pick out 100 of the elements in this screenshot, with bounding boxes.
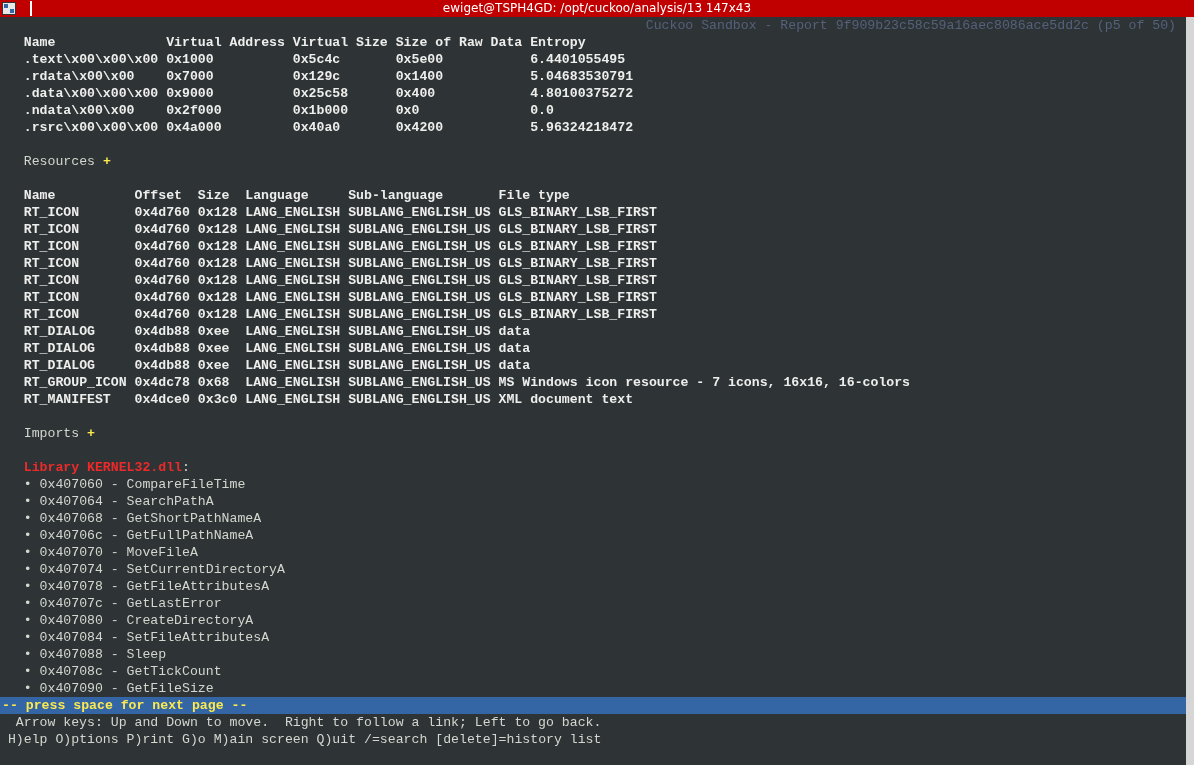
import-entry[interactable]: 0x407084 - SetFileAttributesA — [39, 629, 270, 646]
section-heading: Resources — [23, 153, 95, 170]
scrollbar[interactable] — [1186, 17, 1194, 765]
table-cell: RT_ICON — [23, 239, 80, 254]
list-bullet: • — [23, 646, 32, 663]
table-cell: 0x128 — [197, 273, 238, 288]
expand-toggle[interactable]: + — [87, 425, 95, 442]
table-cell: 5.04683530791 — [530, 69, 634, 84]
table-cell: 0x128 — [197, 239, 238, 254]
table-cell: data — [498, 324, 531, 339]
list-bullet: • — [23, 544, 32, 561]
table-cell: 5.96324218472 — [530, 120, 634, 135]
table-cell: 0x129c — [292, 69, 341, 84]
table-cell: SUBLANG_ENGLISH_US — [348, 205, 491, 220]
table-cell: 0x4d760 — [134, 290, 190, 305]
list-bullet: • — [23, 595, 32, 612]
table-cell: LANG_ENGLISH — [245, 239, 341, 254]
table-cell: 0x128 — [197, 222, 238, 237]
column-header: Virtual Address — [166, 34, 286, 51]
table-cell: 6.4401055495 — [530, 52, 626, 67]
table-cell: 0x5c4c — [292, 52, 341, 67]
column-header: Name — [23, 187, 57, 204]
list-bullet: • — [23, 527, 32, 544]
import-entry[interactable]: 0x407070 - MoveFileA — [39, 544, 198, 561]
table-cell: 0x4db88 — [134, 358, 190, 373]
table-cell: RT_ICON — [23, 205, 80, 220]
table-cell: .ndata\x00\x00 — [23, 103, 135, 118]
table-cell: 0x4db88 — [134, 324, 190, 339]
import-entry[interactable]: 0x407078 - GetFileAttributesA — [39, 578, 270, 595]
table-cell: SUBLANG_ENGLISH_US — [348, 239, 491, 254]
import-entry[interactable]: 0x407088 - Sleep — [39, 646, 167, 663]
table-cell: SUBLANG_ENGLISH_US — [348, 256, 491, 271]
table-cell: 0x4dce0 — [134, 392, 190, 407]
table-cell: .data\x00\x00\x00 — [23, 86, 159, 101]
table-cell: 0x4d760 — [134, 273, 190, 288]
column-header: Sub-language — [348, 187, 445, 204]
import-entry[interactable]: 0x407074 - SetCurrentDirectoryA — [39, 561, 285, 578]
table-cell: RT_ICON — [23, 307, 80, 322]
table-cell: 0.0 — [530, 103, 554, 118]
help-text: Arrow keys: Up and Down to move. Right to follow a link; Left to go back. — [14, 714, 602, 731]
import-entry[interactable]: 0x407068 - GetShortPathNameA — [39, 510, 262, 527]
table-cell: 0x4d760 — [134, 205, 190, 220]
table-cell: LANG_ENGLISH — [245, 222, 341, 237]
table-cell: SUBLANG_ENGLISH_US — [348, 222, 491, 237]
import-entry[interactable]: 0x407064 - SearchPathA — [39, 493, 214, 510]
import-entry[interactable]: 0x407080 - CreateDirectoryA — [39, 612, 254, 629]
table-cell: 0x2f000 — [166, 103, 222, 118]
table-cell: 0x0 — [395, 103, 420, 118]
table-cell: GLS_BINARY_LSB_FIRST — [498, 222, 657, 237]
table-cell: XML document text — [498, 392, 634, 407]
import-entry[interactable]: 0x40706c - GetFullPathNameA — [39, 527, 254, 544]
table-cell: LANG_ENGLISH — [245, 290, 341, 305]
table-cell: 0x7000 — [166, 69, 214, 84]
table-cell: SUBLANG_ENGLISH_US — [348, 324, 491, 339]
column-header: Name — [23, 34, 57, 51]
table-cell: .rsrc\x00\x00\x00 — [23, 120, 159, 135]
column-header: Virtual Size — [292, 34, 389, 51]
table-cell: 0x4d760 — [134, 239, 190, 254]
table-cell: LANG_ENGLISH — [245, 273, 341, 288]
table-cell: 0x128 — [197, 307, 238, 322]
table-cell: 0x9000 — [166, 86, 214, 101]
table-cell: RT_ICON — [23, 256, 80, 271]
table-cell: 0xee — [197, 358, 230, 373]
table-cell: 0x128 — [197, 256, 238, 271]
table-cell: LANG_ENGLISH — [245, 324, 341, 339]
import-entry[interactable]: 0x407090 - GetFileSize — [39, 680, 214, 697]
table-cell: GLS_BINARY_LSB_FIRST — [498, 205, 657, 220]
list-bullet: • — [23, 680, 32, 697]
table-cell: GLS_BINARY_LSB_FIRST — [498, 239, 657, 254]
table-cell: 0x25c58 — [292, 86, 349, 101]
table-cell: 0x4d760 — [134, 307, 190, 322]
table-cell: RT_MANIFEST — [23, 392, 111, 407]
list-bullet: • — [23, 663, 32, 680]
library-heading: Library KERNEL32.dll — [23, 459, 182, 476]
table-cell: SUBLANG_ENGLISH_US — [348, 392, 491, 407]
table-cell: 0x128 — [197, 290, 238, 305]
import-entry[interactable]: 0x407060 - CompareFileTime — [39, 476, 246, 493]
table-cell: 0x4db88 — [134, 341, 190, 356]
table-cell: LANG_ENGLISH — [245, 392, 341, 407]
expand-toggle[interactable]: + — [102, 153, 111, 170]
import-entry[interactable]: 0x40708c - GetTickCount — [39, 663, 222, 680]
column-header: File type — [498, 187, 571, 204]
table-cell: .text\x00\x00\x00 — [23, 52, 159, 67]
table-cell: RT_ICON — [23, 222, 80, 237]
list-bullet: • — [23, 629, 32, 646]
punctuation: : — [182, 459, 190, 476]
section-heading: Imports — [23, 425, 80, 442]
table-cell: 0xee — [197, 341, 230, 356]
table-cell: RT_DIALOG — [23, 358, 95, 373]
table-cell: 0x40a0 — [292, 120, 341, 135]
import-entry[interactable]: 0x40707c - GetLastError — [39, 595, 222, 612]
table-cell: GLS_BINARY_LSB_FIRST — [498, 290, 657, 305]
table-cell: 0x4a000 — [166, 120, 222, 135]
table-cell: 0x4d760 — [134, 222, 190, 237]
table-cell: LANG_ENGLISH — [245, 205, 341, 220]
table-cell: 0x1000 — [166, 52, 214, 67]
help-text: H)elp O)ptions P)rint G)o M)ain screen Q)uit /=search [delete]=history list — [6, 731, 602, 748]
table-cell: 0x1400 — [395, 69, 444, 84]
list-bullet: • — [23, 612, 32, 629]
table-cell: LANG_ENGLISH — [245, 375, 341, 390]
